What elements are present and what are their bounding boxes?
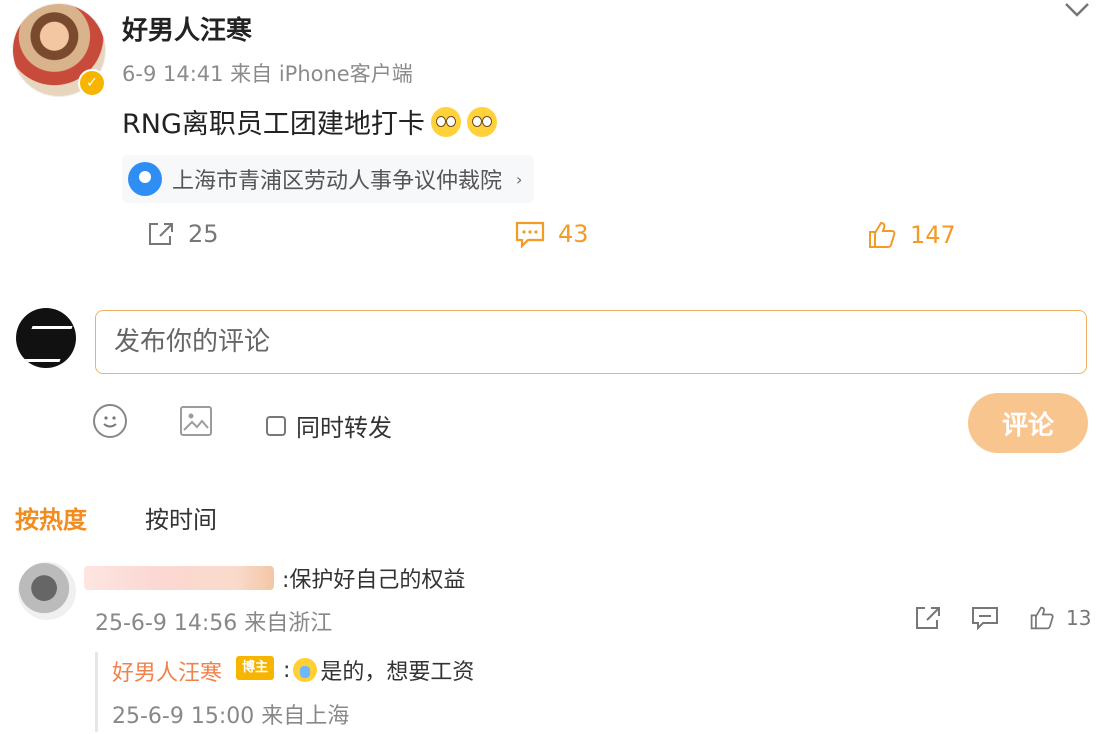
checkbox-box[interactable] <box>266 415 286 436</box>
post-text: RNG离职员工团建地打卡 <box>122 102 497 141</box>
comment-icon <box>972 607 998 631</box>
comment-button[interactable]: 43 <box>514 220 589 248</box>
like-button[interactable]: 147 <box>866 220 956 250</box>
reply-text-row: : 是的，想要工资 <box>283 654 474 686</box>
emoji-icon[interactable] <box>93 404 127 438</box>
comment-like-count: 13 <box>1066 606 1092 630</box>
location-label: 上海市青浦区劳动人事争议仲裁院 <box>172 169 503 194</box>
commenter-name-blurred[interactable] <box>84 566 274 590</box>
like-icon <box>869 221 896 248</box>
pleading-emoji-icon <box>466 106 497 137</box>
chevron-right-icon: › <box>516 169 523 189</box>
comment-reply-button[interactable] <box>970 605 1000 631</box>
repost-checkbox-label: 同时转发 <box>296 414 392 442</box>
post-body: RNG离职员工团建地打卡 <box>122 109 425 140</box>
reply-prefix: : <box>283 657 291 683</box>
comment-input[interactable] <box>95 310 1087 374</box>
reply-meta: 25-6-9 15:00 来自上海 <box>112 704 350 729</box>
submit-comment-button[interactable]: 评论 <box>968 393 1088 453</box>
comment-count: 43 <box>558 220 589 248</box>
pleading-emoji-icon <box>430 106 461 137</box>
commenter-avatar[interactable] <box>18 562 76 620</box>
like-icon <box>1030 606 1054 630</box>
reply-author[interactable]: 好男人汪寒 <box>112 655 222 687</box>
tab-sort-hot[interactable]: 按热度 <box>15 500 87 535</box>
tab-sort-time[interactable]: 按时间 <box>145 500 217 535</box>
chevron-down-icon[interactable] <box>1062 0 1092 22</box>
verified-icon: ✓ <box>78 69 106 97</box>
author-name[interactable]: 好男人汪寒 <box>122 10 252 47</box>
smile-glyph <box>103 416 117 428</box>
comment-text: :保护好自己的权益 <box>282 568 466 593</box>
current-user-avatar <box>16 308 76 368</box>
author-badge: 博主 <box>236 656 275 680</box>
repost-count: 25 <box>188 220 219 248</box>
repost-icon <box>149 223 173 245</box>
comment-meta: 25-6-9 14:56 来自浙江 <box>95 611 333 636</box>
comment-icon <box>515 221 545 248</box>
repost-button[interactable]: 25 <box>146 220 219 248</box>
image-icon[interactable] <box>180 406 212 436</box>
location-tag[interactable]: 上海市青浦区劳动人事争议仲裁院 › <box>122 155 535 203</box>
comment-share-button[interactable] <box>914 605 942 631</box>
repost-checkbox[interactable]: 同时转发 <box>266 408 392 443</box>
image-glyph <box>183 413 209 431</box>
comment-like-button[interactable]: 13 <box>1028 605 1091 631</box>
post-meta: 6-9 14:41 来自 iPhone客户端 <box>122 62 413 86</box>
reply-divider <box>95 652 98 732</box>
location-pin-icon <box>128 162 162 196</box>
share-icon <box>916 607 940 629</box>
crying-emoji-icon <box>293 658 318 682</box>
reply-text: 是的，想要工资 <box>320 660 475 685</box>
like-count: 147 <box>910 221 956 249</box>
